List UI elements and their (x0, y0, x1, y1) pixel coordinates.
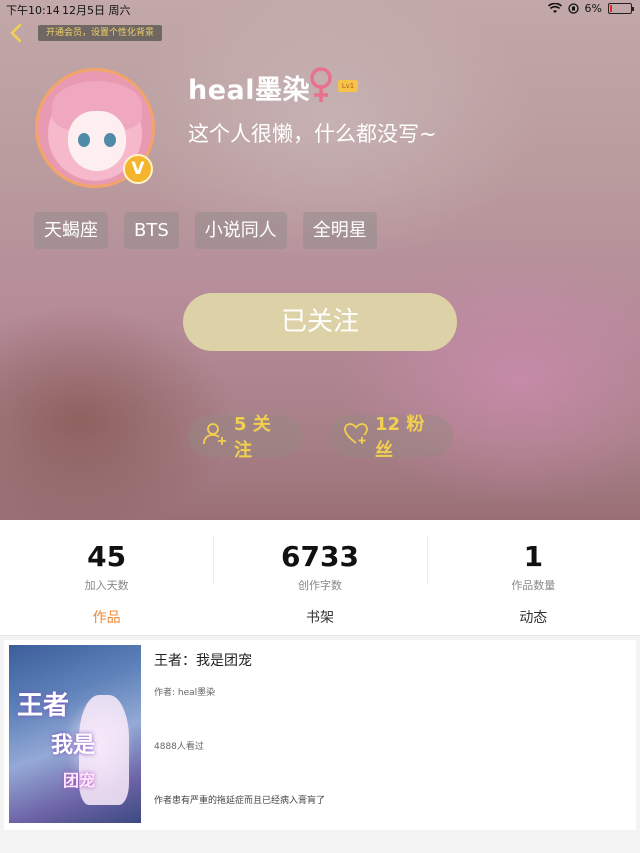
stat-value: 6733 (281, 540, 359, 573)
profile-header-background: 下午10:14 12月5日 周六 6% 开通会员，设置个性化背景 V heal墨… (0, 0, 640, 520)
cover-text: 王者 (17, 691, 70, 721)
work-title[interactable]: 王者：我是团宠 (154, 650, 252, 670)
stat-join-days: 45 加入天数 (0, 520, 213, 602)
battery-percent: 6% (584, 2, 602, 15)
heart-plus-icon (343, 422, 369, 451)
tab-activity[interactable]: 动态 (427, 602, 640, 635)
status-bar: 下午10:14 12月5日 周六 6% (0, 0, 640, 18)
profile-bio: 这个人很懒，什么都没写~ (188, 122, 437, 146)
following-label: 5 关注 (234, 414, 271, 461)
vip-background-banner[interactable]: 开通会员，设置个性化背景 (38, 25, 163, 41)
work-card[interactable]: 王者 我是 团宠 王者：我是团宠 作者: heal墨染 4888人看过 作者患有… (4, 640, 636, 830)
verified-v-badge: V (123, 154, 153, 184)
book-cover-image[interactable]: 王者 我是 团宠 (9, 645, 141, 823)
profile-stats: 45 加入天数 6733 创作字数 1 作品数量 (0, 520, 640, 602)
tab-works[interactable]: 作品 (0, 602, 213, 635)
female-gender-icon (306, 66, 336, 104)
stat-value: 1 (523, 540, 544, 573)
stat-word-count: 6733 创作字数 (213, 520, 426, 602)
orientation-lock-icon (567, 3, 579, 14)
following-count-button[interactable]: 5 关注 (188, 414, 302, 461)
profile-tabs: 作品 书架 动态 (0, 602, 640, 636)
stat-label: 创作字数 (297, 579, 342, 592)
tab-bookshelf[interactable]: 书架 (213, 602, 426, 635)
tag-item[interactable]: BTS (124, 212, 179, 249)
work-author: 作者: heal墨染 (154, 688, 216, 698)
user-add-icon (202, 421, 228, 452)
tag-item[interactable]: 小说同人 (194, 212, 287, 249)
profile-tags: 天蝎座 BTS 小说同人 全明星 (34, 212, 377, 249)
stat-value: 45 (87, 540, 127, 573)
fans-label: 12 粉丝 (375, 414, 425, 461)
stat-label: 加入天数 (84, 579, 129, 592)
back-chevron-icon[interactable] (6, 22, 28, 44)
username: heal墨染 (188, 75, 311, 106)
status-right-group: 6% (547, 2, 634, 15)
avatar-container[interactable]: V (35, 68, 155, 188)
cover-text: 我是 (51, 733, 96, 758)
level-badge: Lv1 (338, 80, 358, 92)
battery-icon (608, 3, 634, 14)
stat-work-count: 1 作品数量 (426, 520, 640, 602)
tag-item[interactable]: 全明星 (302, 212, 377, 249)
work-views: 4888人看过 (154, 742, 204, 752)
stat-label: 作品数量 (511, 579, 556, 592)
followed-button[interactable]: 已关注 (183, 293, 457, 351)
fans-count-button[interactable]: 12 粉丝 (329, 414, 453, 461)
tag-item[interactable]: 天蝎座 (34, 212, 108, 249)
wifi-icon (547, 3, 562, 14)
work-description: 作者患有严重的拖延症而且已经病入膏肓了 (154, 796, 326, 806)
status-date: 12月5日 周六 (62, 4, 131, 17)
cover-text: 团宠 (63, 771, 96, 790)
status-time: 下午10:14 (6, 4, 60, 17)
